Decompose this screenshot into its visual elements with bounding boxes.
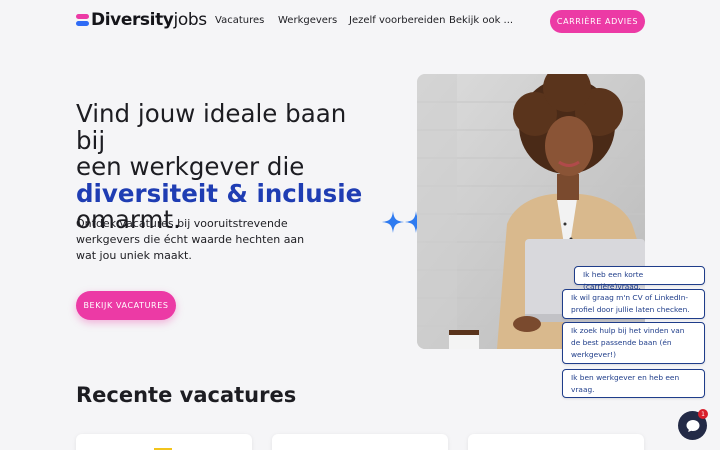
hero-title: Vind jouw ideale baan bij een werkgever … bbox=[76, 99, 376, 234]
chat-bubble-icon bbox=[686, 419, 699, 432]
logo-mark-icon bbox=[76, 14, 89, 26]
chat-option-korte-vraag[interactable]: Ik heb een korte (carrière)vraag. bbox=[574, 266, 705, 291]
logo[interactable]: Diversity jobs bbox=[76, 10, 207, 30]
hero-title-accent: diversiteit & inclusie bbox=[76, 178, 363, 208]
chat-option-cv-check[interactable]: Ik wil graag m'n CV of LinkedIn-profiel … bbox=[562, 289, 705, 319]
vacancy-card[interactable] bbox=[468, 434, 644, 450]
logo-bold-text: Diversity bbox=[91, 10, 174, 30]
bekijk-vacatures-button[interactable]: BEKIJK VACATURES bbox=[76, 291, 176, 320]
logo-light-text: jobs bbox=[173, 10, 208, 30]
chat-option-werkgever-vraag[interactable]: Ik ben werkgever en heb een vraag. bbox=[562, 369, 705, 398]
nav-bekijk-ook[interactable]: Bekijk ook ... bbox=[449, 15, 513, 26]
site-header: Diversity jobs Vacatures Werkgevers Jezel… bbox=[0, 0, 720, 42]
hero-title-line: een werkgever die bbox=[76, 152, 305, 181]
nav-werkgevers[interactable]: Werkgevers bbox=[278, 15, 337, 26]
vacancy-card[interactable] bbox=[76, 434, 252, 450]
hero-subtitle: Ontdek vacatures bij vooruitstrevende we… bbox=[76, 217, 305, 262]
nav-jezelf-voorbereiden[interactable]: Jezelf voorbereiden bbox=[349, 15, 445, 26]
nav-vacatures[interactable]: Vacatures bbox=[215, 15, 264, 26]
carriere-advies-button[interactable]: CARRIÈRE ADVIES bbox=[550, 10, 645, 33]
notification-badge: 1 bbox=[698, 409, 708, 419]
recent-vacatures-title: Recente vacatures bbox=[76, 383, 297, 407]
hero-title-line: Vind jouw ideale baan bij bbox=[76, 99, 347, 155]
vacancy-card[interactable] bbox=[272, 434, 448, 450]
chat-option-hulp-baan[interactable]: Ik zoek hulp bij het vinden van de best … bbox=[562, 322, 705, 364]
